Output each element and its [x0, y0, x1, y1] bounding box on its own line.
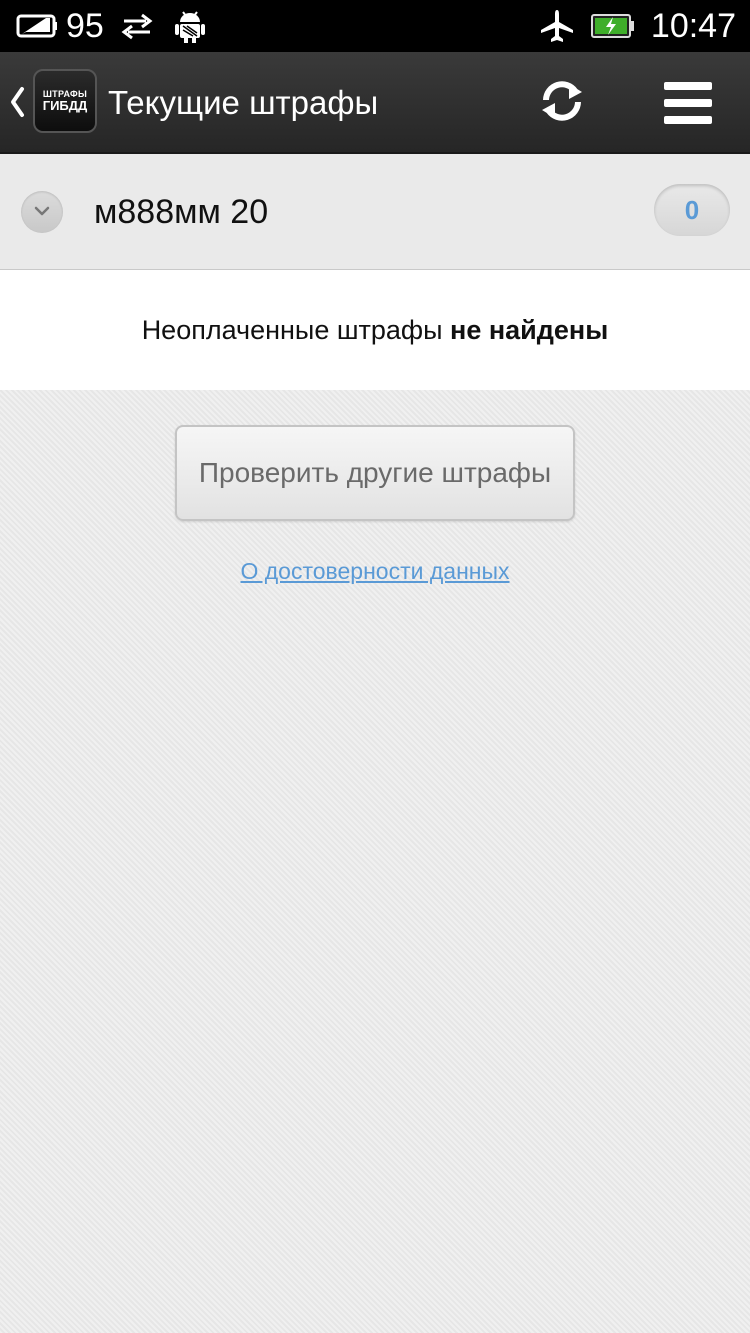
- app-logo-line2: ГИБДД: [42, 98, 88, 113]
- menu-bar: [664, 99, 712, 107]
- no-fines-message: Неоплаченные штрафы не найдены: [0, 270, 750, 390]
- status-bar: 95 10:47: [0, 0, 750, 52]
- page-title: Текущие штрафы: [108, 84, 379, 121]
- battery-percent-text: 95: [66, 7, 104, 45]
- refresh-icon: [536, 78, 588, 129]
- status-bar-right: 10:47: [539, 0, 736, 52]
- check-other-fines-button[interactable]: Проверить другие штрафы: [175, 425, 575, 521]
- app-logo[interactable]: ШТРАФЫ ГИБДД: [33, 69, 97, 133]
- android-debug-icon: [174, 8, 206, 44]
- refresh-button[interactable]: [534, 78, 590, 128]
- chevron-down-icon: [34, 203, 50, 221]
- clock-time: 10:47: [650, 7, 736, 45]
- status-bar-left: 95: [16, 0, 206, 52]
- sync-arrows-icon: [120, 12, 154, 40]
- message-prefix: Неоплаченные штрафы: [141, 314, 451, 345]
- menu-bar: [664, 82, 712, 90]
- battery-charging-icon: [589, 13, 635, 39]
- menu-icon[interactable]: [664, 82, 712, 124]
- expand-button[interactable]: [21, 191, 63, 233]
- action-bar: ШТРАФЫ ГИБДД Текущие штрафы: [0, 52, 750, 154]
- data-reliability-link[interactable]: О достоверности данных: [0, 558, 750, 585]
- vehicle-row[interactable]: м888мм 20 0: [0, 154, 750, 270]
- battery-level-icon: [16, 12, 58, 40]
- menu-bar: [664, 116, 712, 124]
- chevron-left-icon[interactable]: [8, 85, 26, 124]
- fines-count-badge: 0: [654, 184, 730, 236]
- message-emphasis: не найдены: [450, 314, 609, 345]
- license-plate: м888мм 20: [94, 193, 269, 231]
- airplane-mode-icon: [539, 8, 575, 44]
